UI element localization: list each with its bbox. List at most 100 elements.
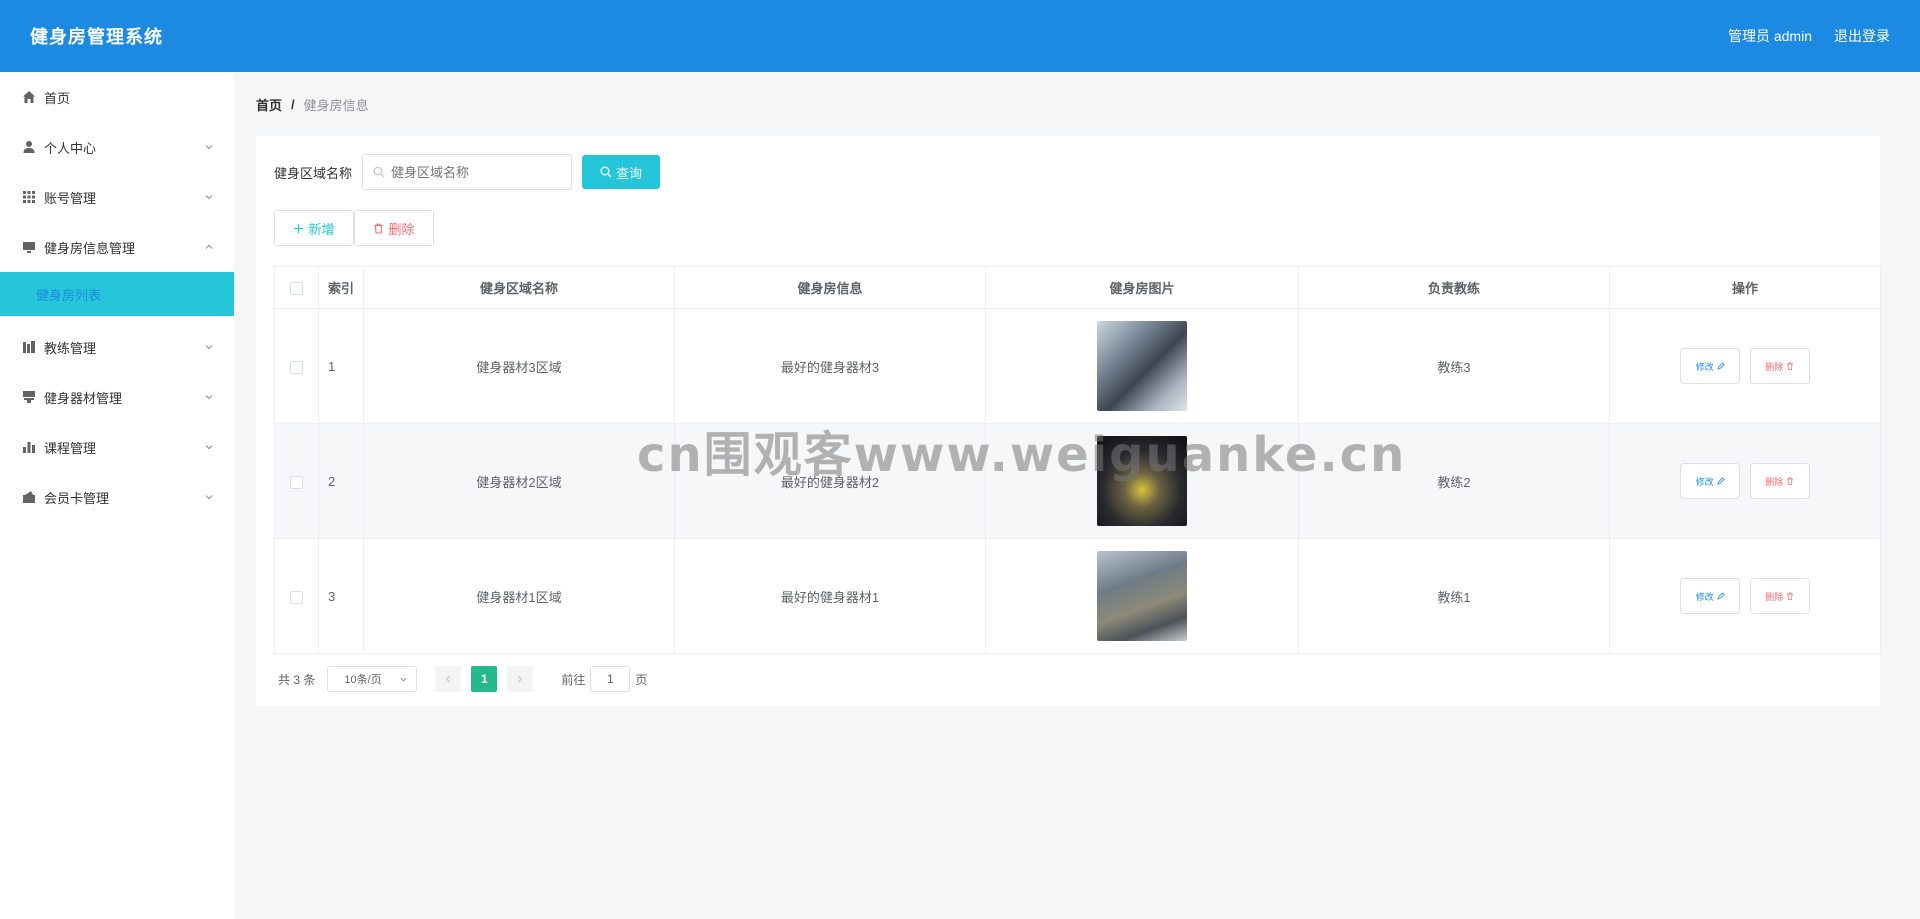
grid-icon <box>22 190 36 204</box>
delete-button[interactable]: 删除 <box>1749 348 1810 384</box>
sidebar-item-member-cards[interactable]: 会员卡管理 <box>0 472 234 522</box>
edit-button-label: 修改 <box>1695 591 1714 602</box>
area-cell: 健身器材1区域 <box>363 538 675 654</box>
chevron-down-icon <box>204 342 214 352</box>
query-button[interactable]: 查询 <box>582 155 661 189</box>
chevron-right-icon <box>516 675 524 683</box>
library-icon <box>22 340 36 354</box>
sidebar-item-courses[interactable]: 课程管理 <box>0 422 234 472</box>
home-icon <box>22 90 36 104</box>
sidebar-item-label: 首页 <box>44 90 71 106</box>
chevron-down-icon <box>204 142 214 152</box>
sidebar-item-gym-info[interactable]: 健身房信息管理 <box>0 222 234 272</box>
trash-icon <box>1786 592 1794 600</box>
sidebar-item-personal[interactable]: 个人中心 <box>0 122 234 172</box>
add-button[interactable]: 新增 <box>274 210 354 246</box>
index-cell: 2 <box>318 423 364 539</box>
user-icon <box>22 140 36 154</box>
edit-icon <box>1717 592 1725 600</box>
edit-button-label: 修改 <box>1695 476 1714 487</box>
image-cell <box>985 308 1299 424</box>
operation-cell: 修改 删除 <box>1609 423 1881 539</box>
table-header-row: 索引 健身区域名称 健身房信息 健身房图片 负责教练 操作 <box>274 266 1881 309</box>
coach-cell: 教练3 <box>1298 308 1610 424</box>
action-row: 新增 删除 <box>274 210 1862 246</box>
edit-button[interactable]: 修改 <box>1680 578 1741 614</box>
chevron-down-icon <box>204 392 214 402</box>
row-select-cell <box>274 423 319 539</box>
sidebar-item-coaches[interactable]: 教练管理 <box>0 322 234 372</box>
index-cell: 1 <box>318 308 364 424</box>
batch-delete-button[interactable]: 删除 <box>354 210 434 246</box>
row-checkbox[interactable] <box>290 475 303 489</box>
delete-button[interactable]: 删除 <box>1749 463 1810 499</box>
chevron-down-icon <box>399 675 408 684</box>
coach-cell: 教练1 <box>1298 538 1610 654</box>
select-all-checkbox[interactable] <box>290 282 303 296</box>
edit-icon <box>1717 477 1725 485</box>
gym-photo[interactable] <box>1097 436 1187 526</box>
gym-photo[interactable] <box>1097 551 1187 641</box>
gym-photo[interactable] <box>1097 321 1187 411</box>
sidebar-item-label: 账号管理 <box>44 190 97 206</box>
page-size-value: 10条/页 <box>344 674 382 686</box>
row-select-cell <box>274 308 319 424</box>
info-cell: 最好的健身器材1 <box>674 538 986 654</box>
sidebar-subitem-gym-list[interactable]: 健身房列表 <box>0 272 234 316</box>
edit-button[interactable]: 修改 <box>1680 463 1741 499</box>
stamp-icon <box>22 390 36 404</box>
search-label: 健身区域名称 <box>274 165 353 181</box>
bar-chart-icon <box>22 440 36 454</box>
edit-button[interactable]: 修改 <box>1680 348 1741 384</box>
header-right: 管理员 admin 退出登录 <box>1728 26 1890 46</box>
user-label[interactable]: 管理员 admin <box>1728 26 1812 46</box>
row-checkbox[interactable] <box>290 590 303 604</box>
trash-icon <box>373 223 384 234</box>
table-row: 1 健身器材3区域 最好的健身器材3 教练3 修改 删除 <box>274 308 1881 424</box>
sidebar-item-home[interactable]: 首页 <box>0 72 234 122</box>
search-row: 健身区域名称 查询 <box>274 154 1862 190</box>
page-size-select[interactable]: 10条/页 <box>327 666 418 692</box>
operation-cell: 修改 删除 <box>1609 538 1881 654</box>
info-cell: 最好的健身器材3 <box>674 308 986 424</box>
column-header: 索引 <box>318 266 364 309</box>
table-row: 2 健身器材2区域 最好的健身器材2 教练2 修改 删除 <box>274 423 1881 539</box>
logout-button[interactable]: 退出登录 <box>1834 26 1890 46</box>
breadcrumb-separator: / <box>291 96 295 112</box>
trash-icon <box>1786 477 1794 485</box>
search-field[interactable] <box>362 154 573 190</box>
card-icon <box>22 490 36 504</box>
chevron-down-icon <box>204 492 214 502</box>
main-content: 首页 / 健身房信息 健身区域名称 查询 <box>256 72 1881 706</box>
sidebar-item-equipment[interactable]: 健身器材管理 <box>0 372 234 422</box>
prev-page-button[interactable] <box>435 666 462 692</box>
sidebar-item-label: 课程管理 <box>44 440 97 456</box>
column-header: 健身房图片 <box>985 266 1299 309</box>
sidebar-item-label: 会员卡管理 <box>44 490 110 506</box>
delete-button[interactable]: 删除 <box>1749 578 1810 614</box>
query-button-label: 查询 <box>616 165 643 181</box>
search-input[interactable] <box>391 164 562 180</box>
row-checkbox[interactable] <box>290 360 303 374</box>
select-all-header <box>274 266 319 309</box>
image-cell <box>985 423 1299 539</box>
edit-button-label: 修改 <box>1695 361 1714 372</box>
breadcrumb: 首页 / 健身房信息 <box>256 72 1880 136</box>
area-cell: 健身器材2区域 <box>363 423 675 539</box>
delete-button-label: 删除 <box>388 221 415 237</box>
next-page-button[interactable] <box>507 666 534 692</box>
app-title: 健身房管理系统 <box>30 27 163 47</box>
column-header: 操作 <box>1609 266 1881 309</box>
chevron-up-icon <box>204 242 214 252</box>
goto-page-input[interactable] <box>590 666 631 692</box>
sidebar-item-label: 健身房信息管理 <box>44 240 136 256</box>
delete-button-label: 删除 <box>1765 591 1784 602</box>
plus-icon <box>293 223 304 234</box>
page-number-button[interactable]: 1 <box>471 666 498 692</box>
table-row: 3 健身器材1区域 最好的健身器材1 教练1 修改 删除 <box>274 538 1881 654</box>
content-card: 健身区域名称 查询 新增 <box>256 136 1881 706</box>
breadcrumb-home[interactable]: 首页 <box>256 95 282 114</box>
sidebar-item-accounts[interactable]: 账号管理 <box>0 172 234 222</box>
info-cell: 最好的健身器材2 <box>674 423 986 539</box>
operation-cell: 修改 删除 <box>1609 308 1881 424</box>
